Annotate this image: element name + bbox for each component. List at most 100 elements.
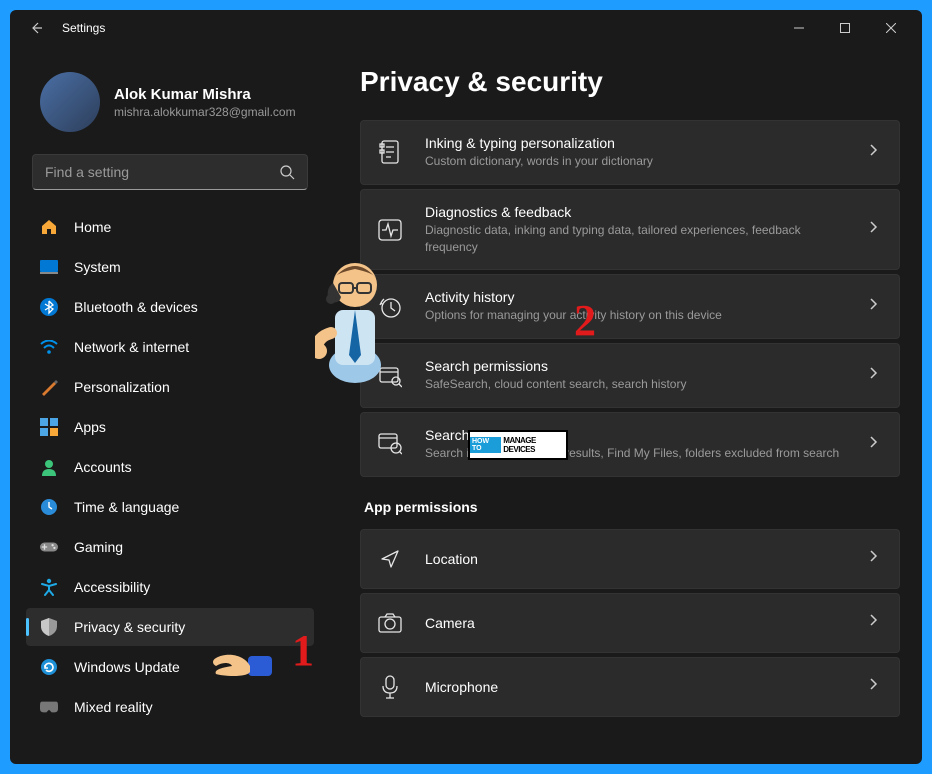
- shield-icon: [40, 618, 58, 636]
- card-diagnostics[interactable]: Diagnostics & feedback Diagnostic data, i…: [360, 189, 900, 271]
- sidebar-item-label: Gaming: [74, 539, 123, 555]
- searchperm-icon: [377, 363, 403, 389]
- location-icon: [377, 546, 403, 572]
- card-title: Search permissions: [425, 358, 845, 374]
- card-title: Diagnostics & feedback: [425, 204, 845, 220]
- sidebar-item-label: Accounts: [74, 459, 132, 475]
- card-title: Microphone: [425, 679, 845, 695]
- chevron-right-icon: [867, 549, 879, 568]
- maximize-button[interactable]: [822, 10, 868, 46]
- card-subtitle: Options for managing your activity histo…: [425, 307, 845, 324]
- page-title: Privacy & security: [360, 66, 900, 98]
- card-searchperm[interactable]: Search permissions SafeSearch, cloud cont…: [360, 343, 900, 408]
- sidebar-item-label: Apps: [74, 419, 106, 435]
- maximize-icon: [840, 23, 850, 33]
- sidebar-item-label: Accessibility: [74, 579, 150, 595]
- chevron-right-icon: [867, 220, 879, 239]
- chevron-right-icon: [867, 435, 879, 454]
- back-arrow-icon: [28, 20, 44, 36]
- sidebar-item-personalization[interactable]: Personalization: [26, 368, 314, 406]
- card-activity[interactable]: Activity history Options for managing you…: [360, 274, 900, 339]
- section-title-app-permissions: App permissions: [364, 499, 900, 515]
- nav-list: Home System Bluetooth & devices Network & i…: [20, 208, 320, 726]
- titlebar: Settings: [10, 10, 922, 46]
- card-title: Inking & typing personalization: [425, 135, 845, 151]
- system-icon: [40, 258, 58, 276]
- sidebar-item-apps[interactable]: Apps: [26, 408, 314, 446]
- card-location[interactable]: Location: [360, 529, 900, 589]
- activity-icon: [377, 294, 403, 320]
- card-microphone[interactable]: Microphone: [360, 657, 900, 717]
- apps-icon: [40, 418, 58, 436]
- card-title: Camera: [425, 615, 845, 631]
- card-subtitle: Diagnostic data, inking and typing data,…: [425, 222, 845, 256]
- home-icon: [40, 218, 58, 236]
- chevron-right-icon: [867, 677, 879, 696]
- microphone-icon: [377, 674, 403, 700]
- brush-icon: [40, 378, 58, 396]
- sidebar-item-label: System: [74, 259, 121, 275]
- sidebar-item-privacy[interactable]: Privacy & security: [26, 608, 314, 646]
- avatar: [40, 72, 100, 132]
- chevron-right-icon: [867, 143, 879, 162]
- card-title: Activity history: [425, 289, 845, 305]
- search-icon: [279, 164, 295, 180]
- clock-icon: [40, 498, 58, 516]
- app-title: Settings: [62, 21, 105, 35]
- card-subtitle: SafeSearch, cloud content search, search…: [425, 376, 845, 393]
- back-button[interactable]: [18, 10, 54, 46]
- camera-icon: [377, 610, 403, 636]
- close-button[interactable]: [868, 10, 914, 46]
- search-box[interactable]: [32, 154, 308, 190]
- settings-window: Settings Alok Kumar Mishra mishra.alokku…: [10, 10, 922, 764]
- accessibility-icon: [40, 578, 58, 596]
- card-subtitle: Custom dictionary, words in your diction…: [425, 153, 845, 170]
- sidebar-item-update[interactable]: Windows Update: [26, 648, 314, 686]
- sidebar-item-network[interactable]: Network & internet: [26, 328, 314, 366]
- sidebar-item-system[interactable]: System: [26, 248, 314, 286]
- card-subtitle: Search indexing for faster results, Find…: [425, 445, 845, 462]
- profile-email: mishra.alokkumar328@gmail.com: [114, 105, 296, 119]
- wifi-icon: [40, 338, 58, 356]
- card-inking[interactable]: Inking & typing personalization Custom di…: [360, 120, 900, 185]
- accounts-icon: [40, 458, 58, 476]
- close-icon: [886, 23, 896, 33]
- inking-icon: [377, 139, 403, 165]
- sidebar-item-time[interactable]: Time & language: [26, 488, 314, 526]
- update-icon: [40, 658, 58, 676]
- mixed-icon: [40, 698, 58, 716]
- sidebar-item-home[interactable]: Home: [26, 208, 314, 246]
- card-title: Location: [425, 551, 845, 567]
- chevron-right-icon: [867, 366, 879, 385]
- sidebar-item-label: Privacy & security: [74, 619, 185, 635]
- main-content: Privacy & security Inking & typing perso…: [330, 46, 922, 764]
- diagnostics-icon: [377, 217, 403, 243]
- minimize-button[interactable]: [776, 10, 822, 46]
- chevron-right-icon: [867, 297, 879, 316]
- card-camera[interactable]: Camera: [360, 593, 900, 653]
- gaming-icon: [40, 538, 58, 556]
- card-searchwin[interactable]: Searching Windows Search indexing for fas…: [360, 412, 900, 477]
- card-title: Searching Windows: [425, 427, 845, 443]
- window-controls: [776, 10, 914, 46]
- sidebar-item-label: Windows Update: [74, 659, 180, 675]
- chevron-right-icon: [867, 613, 879, 632]
- sidebar: Alok Kumar Mishra mishra.alokkumar328@gm…: [10, 46, 330, 764]
- search-input[interactable]: [45, 164, 279, 180]
- sidebar-item-accessibility[interactable]: Accessibility: [26, 568, 314, 606]
- sidebar-item-label: Home: [74, 219, 111, 235]
- sidebar-item-label: Mixed reality: [74, 699, 153, 715]
- sidebar-item-label: Network & internet: [74, 339, 189, 355]
- sidebar-item-bluetooth[interactable]: Bluetooth & devices: [26, 288, 314, 326]
- bluetooth-icon: [40, 298, 58, 316]
- permission-cards: Location Camera Microphone: [360, 529, 900, 717]
- sidebar-item-label: Personalization: [74, 379, 170, 395]
- profile-block[interactable]: Alok Kumar Mishra mishra.alokkumar328@gm…: [20, 54, 320, 154]
- sidebar-item-gaming[interactable]: Gaming: [26, 528, 314, 566]
- profile-name: Alok Kumar Mishra: [114, 86, 296, 103]
- sidebar-item-accounts[interactable]: Accounts: [26, 448, 314, 486]
- minimize-icon: [794, 23, 804, 33]
- sidebar-item-label: Bluetooth & devices: [74, 299, 198, 315]
- sidebar-item-mixed[interactable]: Mixed reality: [26, 688, 314, 726]
- sidebar-item-label: Time & language: [74, 499, 179, 515]
